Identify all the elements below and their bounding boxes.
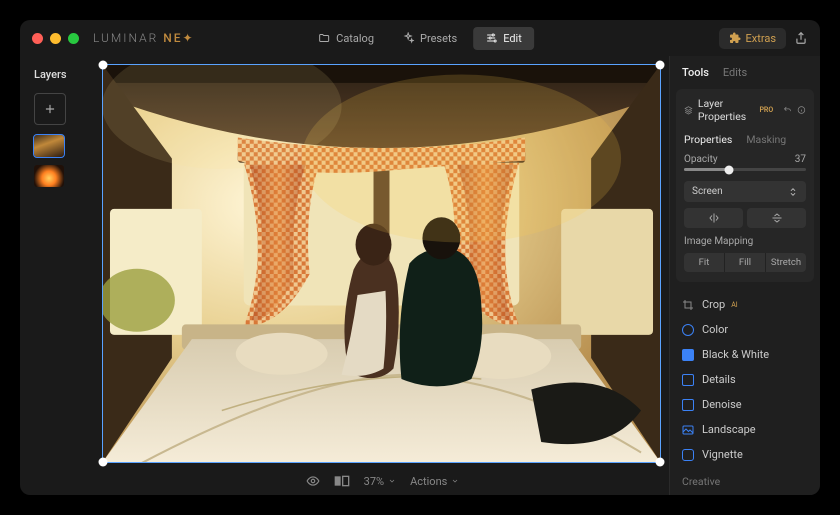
zoom-dropdown[interactable]: 37% [364,475,396,488]
flip-h-icon [708,212,720,224]
tool-bw[interactable]: Black & White [682,342,808,367]
layer-thumbnail-2[interactable] [34,165,64,187]
brand-left: LUMINAR [93,31,158,45]
flip-vertical-button[interactable] [747,208,806,228]
chevron-down-icon [451,477,459,485]
window-maximize-button[interactable] [68,33,79,44]
crop-icon [682,299,694,311]
nav-presets-label: Presets [420,32,457,45]
tab-edits[interactable]: Edits [723,66,747,79]
handle-tr[interactable] [656,61,665,70]
color-icon [682,324,694,336]
preview-toggle[interactable] [306,474,320,488]
nav-edit[interactable]: Edit [473,27,534,50]
subtab-masking[interactable]: Masking [746,133,786,146]
eye-icon [306,474,320,488]
brand-right: NE✦ [163,31,194,45]
flip-v-icon [771,212,783,224]
blend-mode-select[interactable]: Screen [684,181,806,202]
square-icon [682,349,694,361]
tool-color[interactable]: Color [682,317,808,342]
selection-box[interactable] [102,64,661,463]
handle-br[interactable] [656,458,665,467]
plus-icon [43,102,57,116]
tool-details[interactable]: Details [682,367,808,392]
app-brand: LUMINAR NE✦ [93,31,195,45]
map-fit[interactable]: Fit [684,253,724,272]
tool-denoise[interactable]: Denoise [682,392,808,417]
share-icon[interactable] [794,31,808,45]
actions-dropdown[interactable]: Actions [410,475,459,488]
compare-icon [334,475,350,487]
image-mapping-segmented[interactable]: Fit Fill Stretch [684,253,806,272]
undo-icon[interactable] [783,104,792,116]
layers-icon [684,104,693,116]
bottom-bar: 37% Actions [96,467,669,495]
tool-denoise-label: Denoise [702,398,742,411]
layer-thumbnail-1[interactable] [34,135,64,157]
actions-label: Actions [410,475,447,488]
tool-landscape[interactable]: Landscape [682,417,808,442]
sparkle-icon [402,32,414,44]
right-panel: Tools Edits Layer Properties PRO Propert… [669,56,820,495]
layers-panel: Layers [20,56,96,495]
tool-details-label: Details [702,373,736,386]
compare-toggle[interactable] [334,475,350,487]
opacity-value: 37 [795,154,806,165]
canvas[interactable] [102,64,661,463]
handle-tl[interactable] [99,61,108,70]
opacity-slider[interactable] [684,168,806,171]
vignette-icon [682,449,694,461]
extras-button[interactable]: Extras [719,28,786,49]
window-minimize-button[interactable] [50,33,61,44]
tool-vignette[interactable]: Vignette [682,442,808,467]
chevron-updown-icon [788,187,798,197]
nav-presets[interactable]: Presets [390,27,469,50]
extras-label: Extras [746,32,776,45]
subtab-properties[interactable]: Properties [684,133,732,146]
opacity-label: Opacity [684,154,718,165]
tool-crop-label: Crop [702,298,725,311]
flip-horizontal-button[interactable] [684,208,743,228]
window-close-button[interactable] [32,33,43,44]
tool-section-creative: Creative [682,467,808,490]
tool-bw-label: Black & White [702,348,769,361]
map-stretch[interactable]: Stretch [765,253,806,272]
tool-vignette-label: Vignette [702,448,743,461]
zoom-value: 37% [364,475,384,488]
nav-catalog-label: Catalog [336,32,374,45]
tool-color-label: Color [702,323,728,336]
blend-value: Screen [692,186,723,197]
folder-icon [318,32,330,44]
layer-properties-card: Layer Properties PRO Properties Masking … [676,89,814,282]
sliders-icon [485,32,497,44]
layers-title: Layers [34,68,96,81]
square-outline-icon [682,374,694,386]
add-layer-button[interactable] [34,93,66,125]
pro-badge: PRO [759,106,773,114]
image-mapping-label: Image Mapping [684,236,806,247]
chevron-down-icon [388,477,396,485]
tool-landscape-label: Landscape [702,423,756,436]
puzzle-icon [729,32,741,44]
info-icon[interactable] [797,104,806,116]
handle-bl[interactable] [99,458,108,467]
square-outline-icon [682,399,694,411]
tool-relight[interactable]: RelightAI [682,490,808,495]
nav-catalog[interactable]: Catalog [306,27,386,50]
nav-edit-label: Edit [503,32,522,45]
tab-tools[interactable]: Tools [682,66,709,79]
tool-crop[interactable]: CropAI [682,292,808,317]
landscape-icon [682,424,694,436]
layer-properties-title: Layer Properties [698,97,755,123]
map-fill[interactable]: Fill [724,253,765,272]
